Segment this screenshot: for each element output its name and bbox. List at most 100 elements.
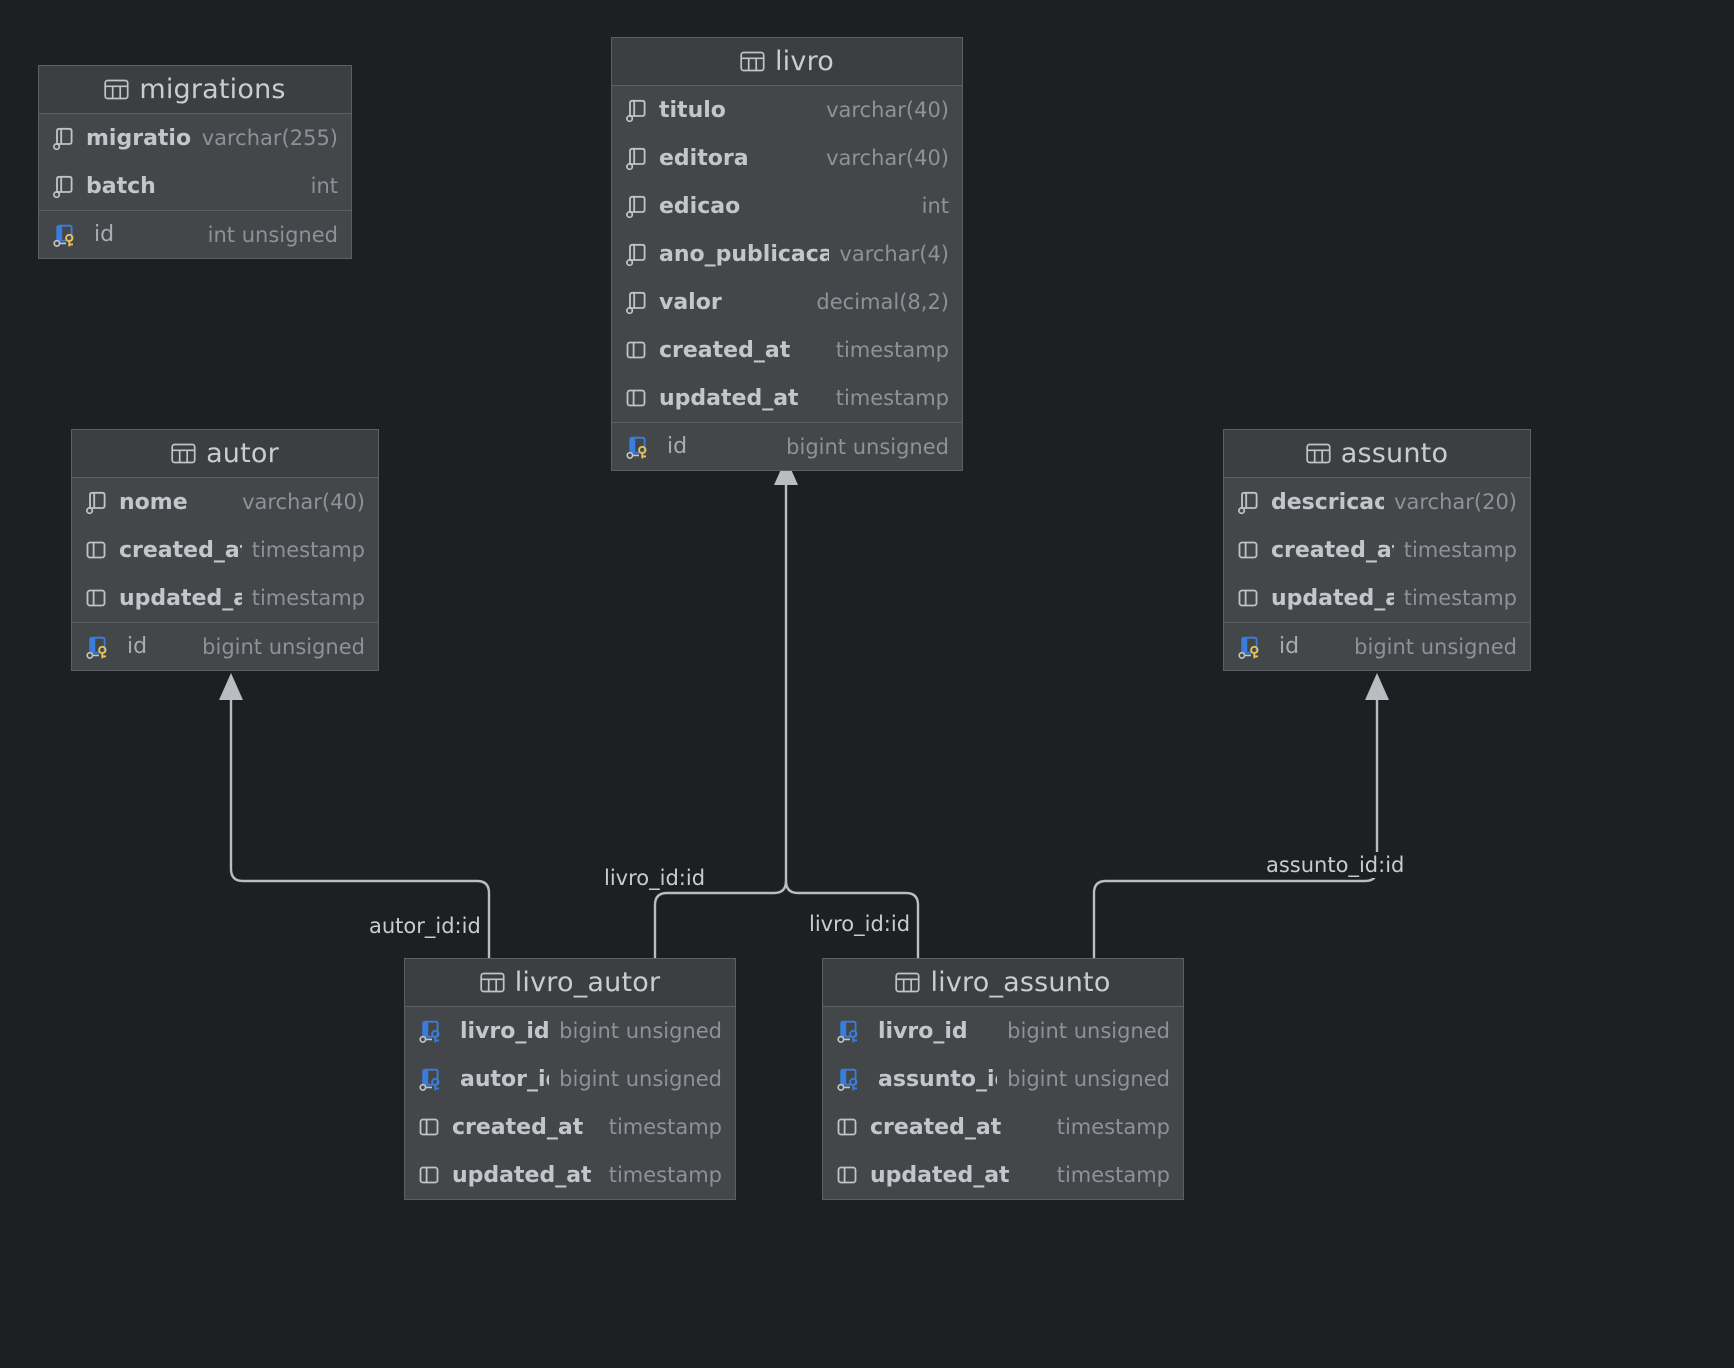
column-nullable-icon	[52, 173, 76, 199]
column-primary-key-icon	[85, 634, 117, 660]
column-name-label: created_at	[659, 337, 791, 363]
column-row-id[interactable]: id int unsigned	[39, 210, 351, 258]
column-row-migration[interactable]: migration varchar(255)	[39, 114, 351, 162]
column-row-nome[interactable]: nome varchar(40)	[72, 478, 378, 526]
column-name-label: id	[667, 434, 688, 459]
column-type-label: timestamp	[1056, 1115, 1170, 1139]
table-header-livro_assunto[interactable]: livro_assunto	[823, 959, 1183, 1007]
column-row-id[interactable]: id bigint unsigned	[72, 622, 378, 670]
column-row-livro_id[interactable]: livro_id bigint unsigned	[823, 1007, 1183, 1055]
table-header-assunto[interactable]: assunto	[1224, 430, 1530, 478]
table-card-livro_assunto[interactable]: livro_assunto livro_id bigint unsigned assu…	[822, 958, 1184, 1200]
relationship-label[interactable]: assunto_id:id	[1261, 852, 1410, 878]
table-name-label: migrations	[139, 74, 286, 105]
column-type-label: varchar(40)	[826, 98, 949, 122]
column-row-created_at[interactable]: created_at timestamp	[72, 526, 378, 574]
column-type-label: bigint unsigned	[559, 1019, 722, 1043]
column-foreign-key-icon	[836, 1018, 868, 1044]
column-name-label: migration	[86, 125, 192, 151]
column-row-valor[interactable]: valor decimal(8,2)	[612, 278, 962, 326]
table-card-livro_autor[interactable]: livro_autor livro_id bigint unsigned autor_…	[404, 958, 736, 1200]
column-type-label: varchar(40)	[826, 146, 949, 170]
column-type-label: timestamp	[1403, 538, 1517, 562]
column-row-id[interactable]: id bigint unsigned	[612, 422, 962, 470]
column-type-label: bigint unsigned	[202, 634, 365, 659]
column-icon	[1237, 538, 1261, 562]
column-type-label: timestamp	[608, 1115, 722, 1139]
column-row-updated_at[interactable]: updated_at timestamp	[823, 1151, 1183, 1199]
column-name-label: updated_at	[452, 1162, 592, 1188]
column-row-assunto_id[interactable]: assunto_id bigint unsigned	[823, 1055, 1183, 1103]
column-name-label: created_at	[1271, 537, 1394, 563]
table-header-migrations[interactable]: migrations	[39, 66, 351, 114]
column-type-label: timestamp	[251, 586, 365, 610]
er-diagram-canvas: migrations migration varchar(255) batch int i…	[0, 0, 1734, 1368]
column-name-label: valor	[659, 289, 722, 315]
column-type-label: bigint unsigned	[1007, 1067, 1170, 1091]
edge-livro-assunto-to-livro	[774, 458, 920, 958]
column-row-editora[interactable]: editora varchar(40)	[612, 134, 962, 182]
table-icon	[740, 50, 765, 73]
column-icon	[1237, 586, 1261, 610]
column-row-updated_at[interactable]: updated_at timestamp	[612, 374, 962, 422]
column-row-updated_at[interactable]: updated_at timestamp	[405, 1151, 735, 1199]
table-icon	[480, 971, 505, 994]
column-row-created_at[interactable]: created_at timestamp	[1224, 526, 1530, 574]
column-name-label: batch	[86, 173, 156, 199]
column-row-batch[interactable]: batch int	[39, 162, 351, 210]
column-row-created_at[interactable]: created_at timestamp	[405, 1103, 735, 1151]
column-name-label: updated_at	[119, 585, 242, 611]
column-type-label: bigint unsigned	[786, 434, 949, 459]
table-card-migrations[interactable]: migrations migration varchar(255) batch int i…	[38, 65, 352, 259]
column-nullable-icon	[625, 193, 649, 219]
table-header-autor[interactable]: autor	[72, 430, 378, 478]
column-type-label: timestamp	[835, 386, 949, 410]
column-nullable-icon	[625, 289, 649, 315]
column-foreign-key-icon	[418, 1018, 450, 1044]
table-card-assunto[interactable]: assunto descricao varchar(20) created_at tim…	[1223, 429, 1531, 671]
column-type-label: int unsigned	[207, 222, 338, 247]
column-row-titulo[interactable]: titulo varchar(40)	[612, 86, 962, 134]
column-row-created_at[interactable]: created_at timestamp	[612, 326, 962, 374]
relationship-label[interactable]: livro_id:id	[804, 911, 916, 937]
column-name-label: livro_id	[878, 1018, 968, 1044]
column-type-label: timestamp	[835, 338, 949, 362]
column-row-created_at[interactable]: created_at timestamp	[823, 1103, 1183, 1151]
column-row-autor_id[interactable]: autor_id bigint unsigned	[405, 1055, 735, 1103]
table-header-livro[interactable]: livro	[612, 38, 962, 86]
column-type-label: timestamp	[608, 1163, 722, 1187]
table-header-livro_autor[interactable]: livro_autor	[405, 959, 735, 1007]
relationship-label[interactable]: livro_id:id	[599, 865, 711, 891]
column-type-label: timestamp	[1403, 586, 1517, 610]
column-name-label: created_at	[119, 537, 242, 563]
column-row-id[interactable]: id bigint unsigned	[1224, 622, 1530, 670]
column-name-label: ano_publicacao	[659, 241, 830, 267]
column-icon	[836, 1163, 860, 1187]
column-name-label: updated_at	[659, 385, 799, 411]
column-type-label: bigint unsigned	[1007, 1019, 1170, 1043]
table-card-livro[interactable]: livro titulo varchar(40) editora varchar(40)…	[611, 37, 963, 471]
column-row-updated_at[interactable]: updated_at timestamp	[1224, 574, 1530, 622]
column-name-label: descricao	[1271, 489, 1385, 515]
column-primary-key-icon	[625, 434, 657, 460]
column-type-label: varchar(40)	[242, 490, 365, 514]
table-name-label: livro	[774, 46, 834, 77]
column-name-label: updated_at	[870, 1162, 1010, 1188]
column-type-label: int	[310, 174, 338, 198]
column-row-descricao[interactable]: descricao varchar(20)	[1224, 478, 1530, 526]
column-row-edicao[interactable]: edicao int	[612, 182, 962, 230]
column-primary-key-icon	[52, 222, 84, 248]
column-icon	[418, 1163, 442, 1187]
column-type-label: varchar(20)	[1394, 490, 1517, 514]
table-icon	[1306, 442, 1331, 465]
table-card-autor[interactable]: autor nome varchar(40) created_at timestamp u…	[71, 429, 379, 671]
column-row-ano_publicacao[interactable]: ano_publicacao varchar(4)	[612, 230, 962, 278]
column-icon	[625, 338, 649, 362]
column-row-updated_at[interactable]: updated_at timestamp	[72, 574, 378, 622]
column-icon	[418, 1115, 442, 1139]
column-type-label: decimal(8,2)	[816, 290, 949, 314]
column-row-livro_id[interactable]: livro_id bigint unsigned	[405, 1007, 735, 1055]
relationship-label[interactable]: autor_id:id	[364, 913, 486, 939]
column-nullable-icon	[625, 241, 649, 267]
column-type-label: timestamp	[1056, 1163, 1170, 1187]
